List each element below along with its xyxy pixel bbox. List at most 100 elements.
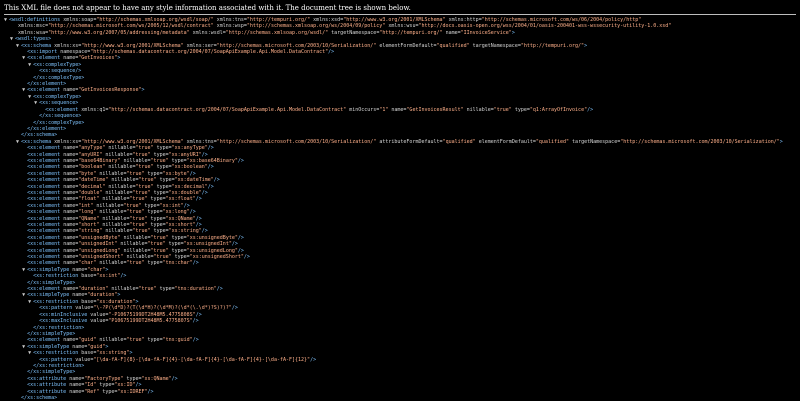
xml-attribute-value: "byte" — [78, 170, 97, 177]
xml-attribute-name: type — [144, 202, 157, 209]
xml-tag-close: /> — [135, 382, 142, 389]
xml-attribute-value: "tns:char" — [162, 260, 193, 267]
xml-attribute-name: xmlns:q1 — [81, 106, 106, 113]
xml-attribute-value: "xs:QName" — [165, 215, 196, 222]
xml-attribute-value: "xs:base64Binary" — [186, 157, 238, 164]
xml-attribute-name: namespace — [60, 49, 88, 56]
xml-attribute-name: nillable — [111, 286, 136, 293]
xml-attribute-value: "xs:decimal" — [171, 183, 208, 190]
xml-attribute-name: xmlns:http — [448, 17, 479, 23]
xml-attribute-name: type — [514, 106, 527, 113]
xml-attribute-value: "true" — [150, 234, 169, 241]
xml-attribute-value: "long" — [78, 209, 97, 216]
xml-attribute-name: minOccurs — [349, 106, 377, 113]
xml-tag: <xs:restriction — [33, 273, 79, 280]
xml-attribute-name: nillable — [102, 215, 127, 222]
xml-attribute-name: nillable — [120, 241, 145, 248]
xml-tag-close: > — [105, 343, 109, 350]
xml-tag: <xs:restriction — [33, 350, 79, 357]
xml-tag: <xs:element — [27, 202, 61, 209]
xml-attribute-name: nillable — [102, 196, 127, 203]
xml-attribute-name: xmlns:xsd — [313, 17, 341, 23]
xml-tag-close: > — [117, 292, 121, 299]
xml-tag-close: /> — [237, 157, 244, 164]
xml-attribute-value: "http://schemas.datacontract.org/2004/07… — [90, 49, 329, 56]
xml-attribute-value: "http://schemas.microsoft.com/2003/10/Se… — [216, 42, 377, 49]
xml-tag-close: /> — [195, 215, 202, 222]
xml-tag-close: /> — [216, 286, 223, 293]
xml-attribute-value: "duration" — [87, 292, 118, 299]
xml-attribute-name: nillable — [105, 228, 130, 235]
xml-attribute-name: nillable — [466, 106, 491, 113]
xml-attribute-name: name — [391, 106, 404, 113]
xml-tag-close: > — [779, 138, 783, 145]
xml-tag-close: /> — [189, 209, 196, 216]
xml-attribute-value: "xs:unsignedLong" — [186, 247, 238, 254]
xml-attribute-value: "true" — [129, 222, 148, 228]
xml-tag: <xs:restriction — [33, 298, 79, 305]
xml-attribute-value: "http://schemas.xmlsoap.org/wsdl/" — [225, 29, 329, 36]
xml-tag: <xs:element — [27, 222, 61, 228]
xml-attribute-value: "xs:boolean" — [171, 164, 208, 171]
xml-attribute-value: "xs:int" — [96, 273, 121, 280]
xml-tag: <xs:element — [27, 55, 61, 62]
xml-attribute-value: "true" — [129, 215, 148, 222]
xml-attribute-value: "[\da-fA-F]{8}-[\da-fA-F]{4}-[\da-fA-F]{… — [93, 356, 311, 363]
xml-attribute-name: name — [63, 189, 76, 196]
xml-attribute-value: "true" — [493, 106, 512, 113]
xml-tag-close: /> — [328, 49, 335, 56]
xml-attribute-value: "double" — [78, 189, 103, 196]
xml-attribute-value: "string" — [78, 228, 103, 235]
xml-tag-close: /> — [195, 196, 202, 203]
xml-attribute-name: name — [72, 292, 85, 299]
xml-tag-close: /> — [231, 241, 238, 248]
xml-attribute-value: "true" — [150, 157, 169, 164]
xml-attribute-value: "P10675199DT2H48M5.4775807S" — [108, 318, 193, 325]
xml-tag-close: /> — [201, 151, 208, 158]
xml-tag: <xs:element — [27, 209, 61, 216]
xml-attribute-name: value — [75, 356, 91, 363]
xml-attribute-value: "http://docs.oasis-open.org/wss/2004/01/… — [418, 23, 672, 30]
xml-attribute-value: "xs:float" — [165, 196, 196, 203]
xml-attribute-name: xmlns:xs — [54, 42, 79, 49]
xml-attribute-name: name — [63, 164, 76, 171]
xml-attribute-name: type — [147, 170, 160, 177]
xml-tag: <xs:sequence/> — [39, 68, 82, 75]
xml-attribute-name: nillable — [111, 177, 136, 184]
xml-attribute-value: "true" — [153, 254, 172, 261]
xml-attribute-name: name — [63, 241, 76, 248]
xml-attribute-name: name — [445, 29, 458, 36]
xml-attribute-value: "true" — [135, 145, 154, 152]
xml-attribute-name: nillable — [99, 337, 124, 344]
xml-attribute-value: "true" — [126, 337, 145, 344]
xml-attribute-value: "true" — [132, 228, 151, 235]
xml-tag: </xs:element> — [27, 81, 67, 88]
xml-attribute-value: "float" — [78, 196, 100, 203]
xml-attribute-name: name — [63, 145, 76, 152]
xml-tag: <wsdl:definitions — [9, 17, 61, 23]
xml-attribute-name: attributeFormDefault — [379, 138, 440, 145]
xml-attribute-name: nillable — [108, 145, 133, 152]
xml-attribute-value: "guid" — [87, 343, 106, 350]
xml-attribute-value: "GetInvoicesResponse" — [78, 87, 142, 94]
xml-tag: <xs:simpleType — [27, 266, 70, 273]
xml-attribute-name: type — [153, 151, 166, 158]
xml-attribute-name: type — [159, 286, 172, 293]
xml-tag: <xs:import — [27, 49, 58, 56]
xml-attribute-name: xmlns:soap — [63, 17, 94, 23]
xml-tag: <xs:pattern — [39, 356, 73, 363]
xml-attribute-name: nillable — [105, 189, 130, 196]
xml-tag-close: /> — [207, 164, 214, 171]
xml-attribute-value: "xs:QName" — [141, 375, 172, 382]
xml-tag: <wsdl:types> — [15, 36, 52, 43]
xml-attribute-name: nillable — [105, 151, 130, 158]
xml-tag-close: /> — [213, 177, 220, 184]
xml-attribute-value: "http://schemas.datacontract.org/2004/07… — [108, 106, 347, 113]
xml-attribute-value: "xs:duration" — [96, 298, 136, 305]
xml-attribute-value: "decimal" — [78, 183, 106, 190]
xml-style-notice: This XML file does not appear to have an… — [4, 4, 411, 12]
xml-attribute-name: name — [69, 375, 82, 382]
xml-attribute-name: name — [63, 228, 76, 235]
xml-attribute-value: "char" — [87, 266, 106, 273]
xml-attribute-name: xmlns:wsp — [216, 23, 244, 30]
